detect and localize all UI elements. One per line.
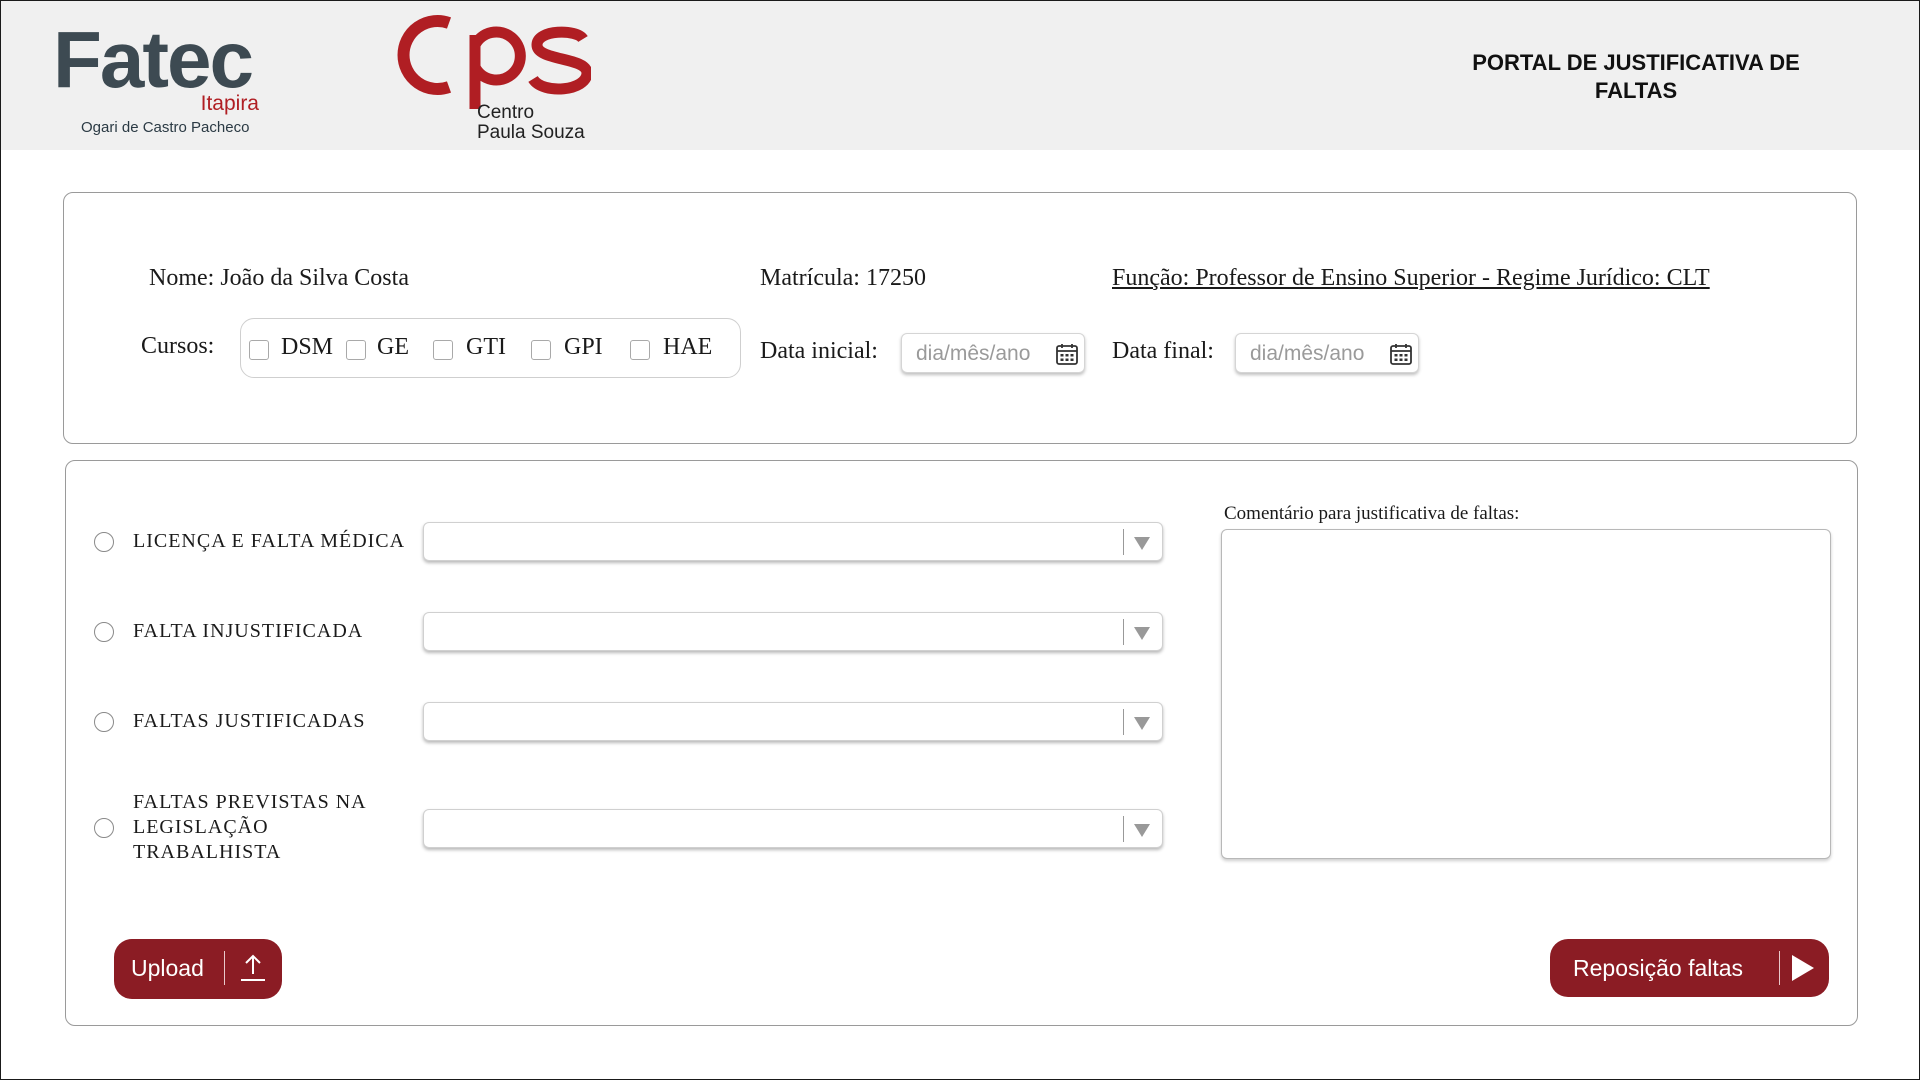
select-separator [1123,619,1124,645]
reposicao-button-separator [1779,951,1780,985]
dropdown-arrow-icon[interactable] [1134,717,1150,730]
matricula-text: Matrícula: 17250 [760,265,926,291]
radio-licenca-falta-medica[interactable] [94,532,114,552]
cps-logo-text: Centro Paula Souza [477,103,585,143]
option-justificadas-label: FALTAS JUSTIFICADAS [133,710,366,732]
data-final-input[interactable]: dia/mês/ano [1235,333,1419,373]
checkbox-ge[interactable] [346,340,366,360]
checkbox-gti-label: GTI [466,334,506,360]
checkbox-gti[interactable] [433,340,453,360]
option-licenca-label: LICENÇA E FALTA MÉDICA [133,530,406,552]
info-panel: Nome: João da Silva Costa Matrícula: 172… [63,192,1857,444]
reposicao-faltas-button[interactable]: Reposição faltas [1550,939,1829,997]
select-licenca-falta-medica[interactable] [423,522,1163,561]
data-inicial-input[interactable]: dia/mês/ano [901,333,1085,373]
select-separator [1123,529,1124,555]
portal-title: PORTAL DE JUSTIFICATIVA DE FALTAS [1472,50,1800,103]
dropdown-arrow-icon[interactable] [1134,537,1150,550]
radio-falta-injustificada[interactable] [94,622,114,642]
data-final-placeholder: dia/mês/ano [1250,342,1365,365]
cps-logo-line1: Centro [477,102,535,123]
cursos-group: DSM GE GTI GPI HAE [240,318,741,378]
dropdown-arrow-icon[interactable] [1134,824,1150,837]
upload-button-separator [224,951,225,985]
option-injustificada-label: FALTA INJUSTIFICADA [133,620,364,642]
select-falta-injustificada[interactable] [423,612,1163,651]
upload-arrow-icon [241,954,265,981]
checkbox-dsm[interactable] [249,340,269,360]
select-faltas-previstas[interactable] [423,809,1163,848]
checkbox-gpi-label: GPI [564,334,603,360]
upload-button-label: Upload [131,955,204,981]
upload-button[interactable]: Upload [114,939,282,999]
select-faltas-justificadas[interactable] [423,702,1163,741]
cps-logo-line2: Paula Souza [477,122,585,143]
comment-label: Comentário para justificativa de faltas: [1224,503,1520,524]
data-inicial-placeholder: dia/mês/ano [916,342,1031,365]
comment-textarea[interactable] [1221,529,1831,859]
checkbox-gpi[interactable] [531,340,551,360]
dropdown-arrow-icon[interactable] [1134,627,1150,640]
nome-text: Nome: João da Silva Costa [149,265,409,291]
play-arrow-icon [1792,955,1814,981]
radio-faltas-justificadas[interactable] [94,712,114,732]
funcao-text: Função: Professor de Ensino Superior - R… [1112,265,1710,291]
checkbox-ge-label: GE [377,334,409,360]
select-separator [1123,816,1124,842]
justification-panel: LICENÇA E FALTA MÉDICA FALTA INJUSTIFICA… [65,460,1858,1026]
data-final-label: Data final: [1112,338,1214,364]
option-previstas-label: FALTAS PREVISTAS NA LEGISLAÇÃO TRABALHIS… [133,791,366,863]
radio-faltas-previstas[interactable] [94,818,114,838]
checkbox-hae[interactable] [630,340,650,360]
fatec-logo-city: Itapira [200,92,259,115]
calendar-icon[interactable] [1055,342,1079,366]
checkbox-dsm-label: DSM [281,334,334,360]
cursos-label: Cursos: [141,333,215,359]
header: Fatec Itapira Ogari de Castro Pacheco Ce… [1,1,1919,150]
reposicao-button-label: Reposição faltas [1573,955,1744,981]
checkbox-hae-label: HAE [663,334,713,360]
fatec-logo-subtitle: Ogari de Castro Pacheco [81,119,250,136]
select-separator [1123,709,1124,735]
cps-logo: Centro Paula Souza [391,9,593,149]
cps-logo-mark [397,15,593,137]
fatec-logo: Fatec Itapira Ogari de Castro Pacheco [53,15,273,145]
calendar-icon[interactable] [1389,342,1413,366]
data-inicial-label: Data inicial: [760,338,878,364]
